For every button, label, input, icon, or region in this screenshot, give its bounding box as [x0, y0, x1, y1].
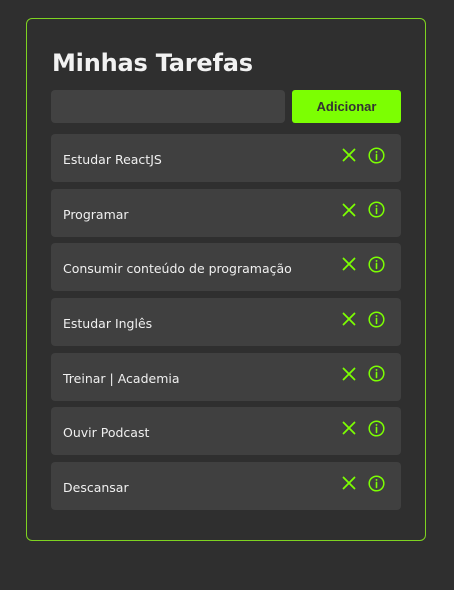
task-input[interactable] — [51, 90, 285, 123]
info-icon[interactable] — [367, 474, 385, 492]
task-actions — [340, 146, 385, 164]
close-icon[interactable] — [340, 146, 358, 164]
task-label: Estudar ReactJS — [63, 152, 162, 167]
task-actions — [340, 201, 385, 219]
task-item[interactable]: Descansar — [51, 462, 401, 511]
task-item[interactable]: Treinar | Academia — [51, 352, 401, 401]
close-icon[interactable] — [340, 474, 358, 492]
task-label: Ouvir Podcast — [63, 425, 150, 441]
close-icon[interactable] — [340, 365, 358, 383]
info-icon[interactable] — [367, 310, 385, 328]
task-actions — [340, 310, 385, 328]
task-item[interactable]: Ouvir Podcast — [51, 407, 401, 456]
task-list: Estudar ReactJS Programar Consumir conte… — [51, 134, 401, 517]
tasks-card: Minhas Tarefas Adicionar Estudar ReactJS… — [26, 18, 426, 541]
info-icon[interactable] — [367, 365, 385, 383]
task-actions — [340, 474, 385, 492]
task-label: Treinar | Academia — [63, 370, 180, 386]
task-actions — [340, 255, 385, 273]
close-icon[interactable] — [340, 201, 358, 219]
close-icon[interactable] — [340, 310, 358, 328]
task-label: Estudar Inglês — [63, 316, 153, 332]
info-icon[interactable] — [367, 419, 385, 437]
close-icon[interactable] — [340, 419, 358, 437]
add-task-button[interactable]: Adicionar — [292, 90, 401, 123]
task-actions — [340, 419, 385, 437]
page-title: Minhas Tarefas — [52, 49, 253, 77]
info-icon[interactable] — [367, 255, 385, 273]
info-icon[interactable] — [367, 201, 385, 219]
info-icon[interactable] — [367, 146, 385, 164]
task-item[interactable]: Estudar Inglês — [51, 298, 401, 347]
task-label: Programar — [63, 206, 129, 222]
task-label: Consumir conteúdo de programação — [63, 261, 292, 277]
task-label: Descansar — [63, 480, 129, 496]
task-actions — [340, 365, 385, 383]
task-item[interactable]: Consumir conteúdo de programação — [51, 243, 401, 292]
task-item[interactable]: Programar — [51, 188, 401, 237]
close-icon[interactable] — [340, 255, 358, 273]
task-item[interactable]: Estudar ReactJS — [51, 134, 401, 182]
